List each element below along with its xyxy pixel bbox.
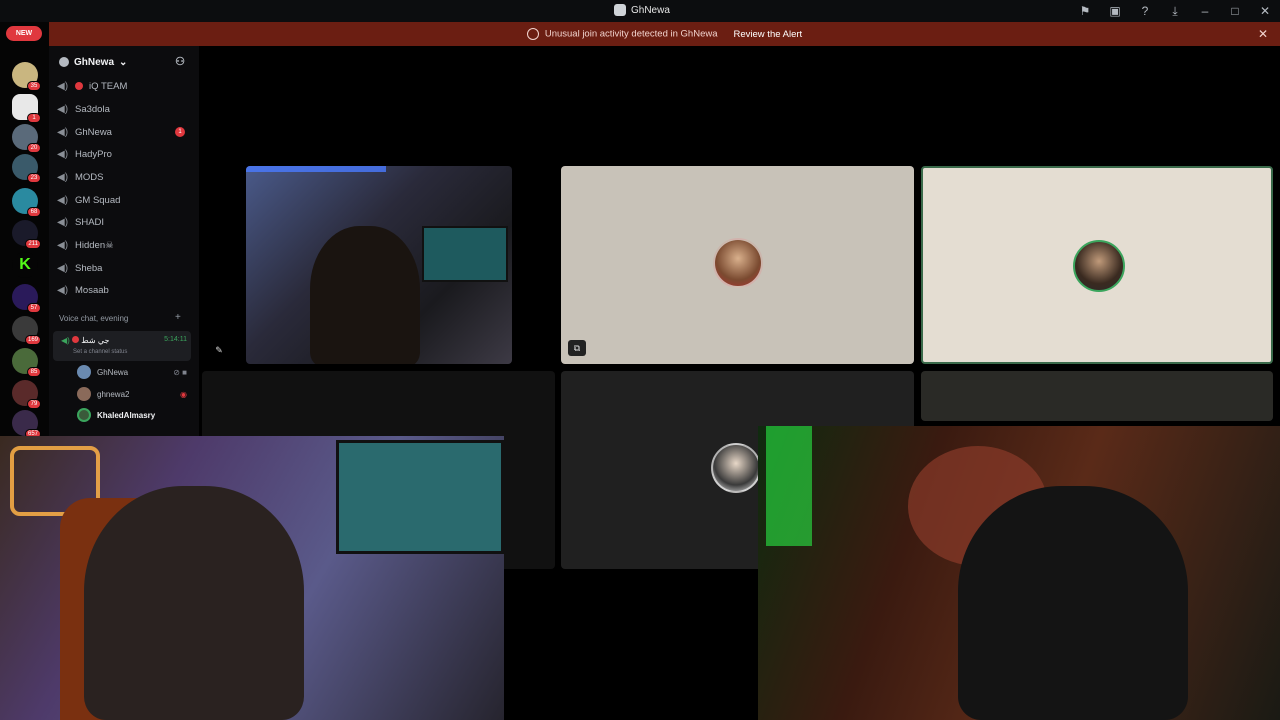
help-icon[interactable]: ? xyxy=(1130,0,1160,22)
add-member-icon[interactable]: ⚇ xyxy=(175,55,185,68)
voice-member[interactable]: GhNewa ⊘ ■ xyxy=(77,362,197,382)
avatar xyxy=(77,365,91,379)
server-icon[interactable]: 35 xyxy=(12,62,41,91)
server-icon[interactable]: 20 xyxy=(12,124,41,153)
server-rail: NEW 35 1 20 23 68 211 K 57 169 85 79 657 xyxy=(0,22,49,442)
speaker-icon: ◀) xyxy=(57,103,69,115)
led-strip xyxy=(246,166,386,172)
active-channel-name: ◀) جي شط xyxy=(61,336,110,345)
avatar xyxy=(713,238,763,288)
voice-channel[interactable]: ◀) Hidden☠ xyxy=(57,235,191,255)
server-icon[interactable]: 23 xyxy=(12,154,41,183)
mute-icon[interactable]: ✎ xyxy=(210,342,228,358)
voice-member[interactable]: KhaledAlmasry xyxy=(77,405,197,425)
server-icon[interactable]: 57 xyxy=(12,284,41,313)
server-header[interactable]: GhNewa ⌄ ⚇ xyxy=(49,46,199,78)
wall-tv xyxy=(336,440,504,554)
review-alert-link[interactable]: Review the Alert xyxy=(734,29,803,40)
voice-channel[interactable]: ◀) iQ TEAM xyxy=(57,76,191,96)
voice-channel[interactable]: ◀) MODS xyxy=(57,167,191,187)
new-badge[interactable]: NEW xyxy=(6,26,42,41)
flag-icon[interactable]: ⚑ xyxy=(1070,0,1100,22)
category-header[interactable]: Voice chat, evening xyxy=(59,314,128,323)
voice-member[interactable]: ghnewa2 ◉ xyxy=(77,384,197,404)
voice-channel[interactable]: ◀) Sheba xyxy=(57,258,191,278)
server-icon[interactable]: 1 xyxy=(12,94,41,123)
screen-share-icon[interactable]: ⧉ xyxy=(568,340,586,356)
server-avatar-icon xyxy=(59,57,69,67)
titlebar-controls: ⚑ ▣ ? ⤓ – □ ✕ xyxy=(1070,0,1280,22)
streamer-figure xyxy=(84,486,304,720)
deafened-icon: ◉ xyxy=(180,389,187,399)
voice-channel[interactable]: ◀) Sa3dola xyxy=(57,99,191,119)
channel-sidebar: GhNewa ⌄ ⚇ ◀) iQ TEAM ◀) Sa3dola ◀) GhNewa 1… xyxy=(49,46,199,438)
voice-channel[interactable]: ◀) GM Squad xyxy=(57,190,191,210)
speaker-icon: ◀) xyxy=(57,80,69,92)
alert-banner: Unusual join activity detected in GhNewa… xyxy=(49,22,1280,46)
participant-figure xyxy=(310,226,420,364)
wall-tv xyxy=(422,226,508,282)
window-title-text: GhNewa xyxy=(631,4,670,16)
avatar xyxy=(1073,240,1125,292)
inbox-icon[interactable]: ▣ xyxy=(1100,0,1130,22)
mention-badge: 1 xyxy=(175,127,185,137)
speaker-icon: ◀) xyxy=(57,284,69,296)
server-icon[interactable]: 169 xyxy=(12,316,41,345)
avatar xyxy=(711,443,761,493)
title-bar: GhNewa ⚑ ▣ ? ⤓ – □ ✕ xyxy=(0,0,1280,22)
live-dot xyxy=(72,336,80,343)
window-title: GhNewa xyxy=(614,4,670,16)
speaker-icon: ◀) xyxy=(57,262,69,274)
participant-video-tile[interactable] xyxy=(246,166,512,364)
close-alert-icon[interactable]: ✕ xyxy=(1258,27,1268,41)
speaker-icon: ◀) xyxy=(57,194,69,206)
close-window-icon[interactable]: ✕ xyxy=(1250,0,1280,22)
speaker-icon: ◀) xyxy=(57,239,69,251)
speaker-icon: ◀) xyxy=(57,148,69,160)
voice-channel[interactable]: ◀) HadyPro xyxy=(57,144,191,164)
server-icon[interactable]: 79 xyxy=(12,380,41,409)
add-channel-icon[interactable]: + xyxy=(175,312,181,323)
participant-avatar-tile[interactable]: ⧉ xyxy=(561,166,914,364)
active-voice-channel[interactable]: ◀) جي شط 5:14:11 Set a channel status xyxy=(53,331,191,361)
alert-message: Unusual join activity detected in GhNewa xyxy=(526,28,718,40)
participant-tile[interactable] xyxy=(921,371,1273,421)
chevron-down-icon: ⌄ xyxy=(119,56,128,68)
streamer-figure xyxy=(958,486,1188,720)
live-dot xyxy=(75,82,83,90)
maximize-icon[interactable]: □ xyxy=(1220,0,1250,22)
shield-icon xyxy=(526,28,539,40)
neon-sign xyxy=(766,426,812,546)
avatar xyxy=(77,387,91,401)
server-icon[interactable]: 211 xyxy=(12,220,41,249)
streamer-webcam-left xyxy=(0,436,504,720)
streamer-webcam-right xyxy=(758,426,1280,720)
muted-video-icon: ⊘ ■ xyxy=(173,367,187,377)
server-icon[interactable]: 657 xyxy=(12,410,41,439)
speaker-icon: ◀) xyxy=(57,216,69,228)
minimize-icon[interactable]: – xyxy=(1190,0,1220,22)
server-icon[interactable]: 68 xyxy=(12,188,41,217)
speaker-icon: ◀) xyxy=(57,171,69,183)
server-icon[interactable]: 85 xyxy=(12,348,41,377)
channel-status-placeholder[interactable]: Set a channel status xyxy=(73,349,127,355)
participant-avatar-tile[interactable] xyxy=(921,166,1273,364)
avatar xyxy=(77,408,91,422)
download-icon[interactable]: ⤓ xyxy=(1160,0,1190,22)
speaker-icon: ◀) xyxy=(57,126,69,138)
kick-icon[interactable]: K xyxy=(12,252,38,278)
voice-channel[interactable]: ◀) GhNewa 1 xyxy=(57,122,191,142)
speaker-icon: ◀) xyxy=(61,336,70,345)
voice-channel[interactable]: ◀) Mosaab xyxy=(57,280,191,300)
call-timer: 5:14:11 xyxy=(164,336,187,343)
server-name: GhNewa xyxy=(74,56,115,68)
voice-channel[interactable]: ◀) SHADI xyxy=(57,212,191,232)
app-icon xyxy=(614,4,626,16)
